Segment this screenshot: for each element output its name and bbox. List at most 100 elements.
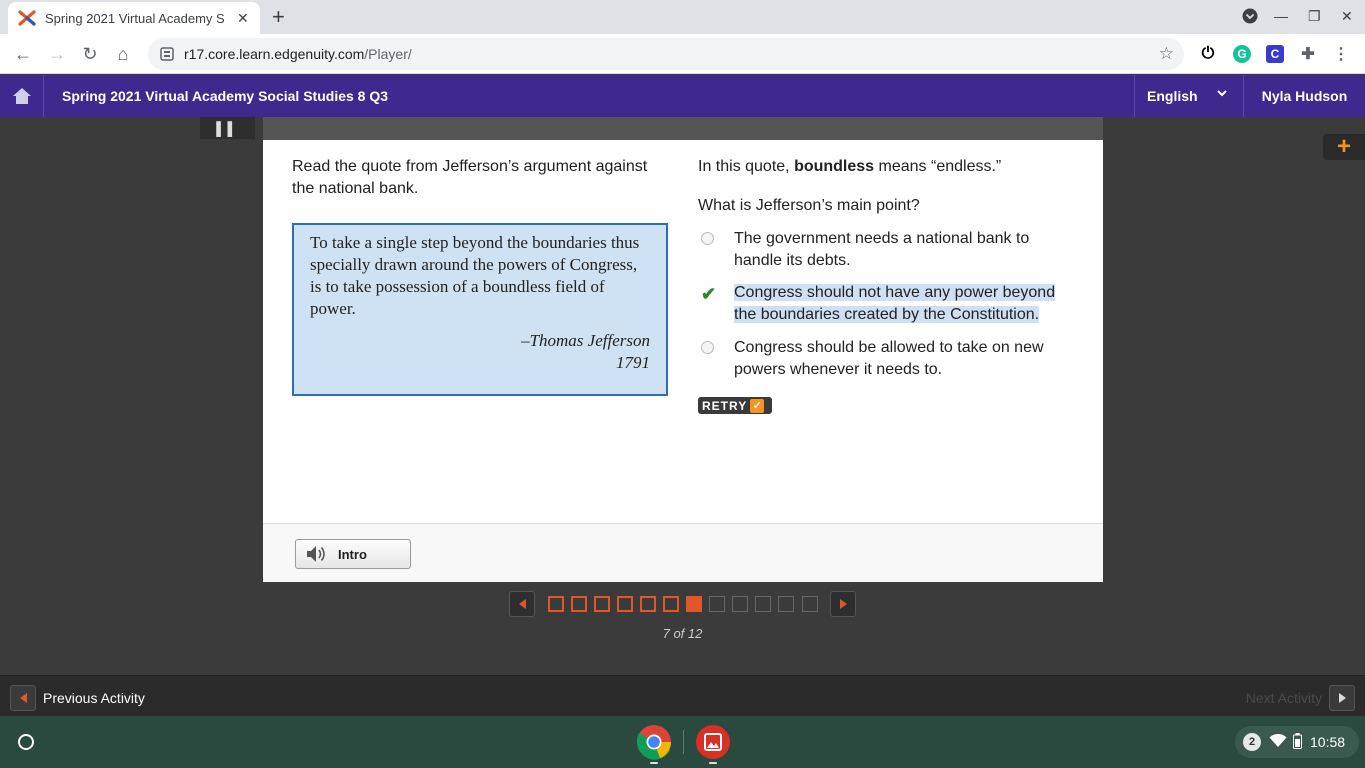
window-close-icon[interactable]: ✕ — [1341, 8, 1353, 25]
definition-term: boundless — [794, 158, 875, 175]
edgenuity-favicon-icon — [18, 9, 36, 27]
page-square[interactable] — [640, 596, 656, 612]
back-icon[interactable]: ← — [12, 43, 34, 65]
tools-plus-button[interactable]: + — [1323, 134, 1365, 160]
url-domain: r17.core.learn.edgenuity.com — [184, 46, 365, 62]
house-icon — [12, 88, 31, 104]
clock: 10:58 — [1310, 734, 1346, 750]
arrow-right-icon — [1338, 693, 1346, 703]
bookmark-star-icon[interactable]: ☆ — [1159, 44, 1174, 64]
prev-activity-arrow — [10, 685, 36, 711]
forward-icon[interactable]: → — [46, 43, 68, 65]
notification-count: 2 — [1243, 733, 1261, 751]
browser-tab-strip: Spring 2021 Virtual Academy So ✕ + — ❐ ✕ — [0, 0, 1365, 34]
option-text: Congress should not have any power beyon… — [734, 282, 1078, 326]
course-title: Spring 2021 Virtual Academy Social Studi… — [62, 88, 389, 104]
browser-tab[interactable]: Spring 2021 Virtual Academy So ✕ — [8, 2, 260, 34]
radio-button[interactable] — [701, 341, 714, 354]
restore-icon[interactable]: ❐ — [1308, 8, 1321, 25]
tab-title: Spring 2021 Virtual Academy So — [45, 10, 225, 26]
definition-note: In this quote, boundless means “endless.… — [698, 156, 1078, 178]
page-square[interactable] — [617, 596, 633, 612]
definition-prefix: In this quote, — [698, 158, 795, 175]
page-square[interactable] — [571, 596, 587, 612]
user-menu[interactable]: Nyla Hudson — [1243, 75, 1365, 117]
speaker-icon — [307, 546, 325, 562]
shelf-divider — [683, 730, 684, 754]
tab-close-icon[interactable]: ✕ — [237, 10, 249, 27]
page-square[interactable] — [732, 596, 748, 612]
definition-suffix: means “endless.” — [874, 158, 1002, 175]
page-square[interactable] — [663, 596, 679, 612]
answer-option[interactable]: The government needs a national bank to … — [698, 228, 1078, 272]
option-marker — [698, 337, 734, 381]
grammarly-extension-icon[interactable]: G — [1233, 45, 1251, 63]
next-activity-button[interactable]: Next Activity — [1246, 685, 1355, 711]
battery-icon — [1293, 732, 1302, 752]
next-question-button[interactable] — [830, 591, 856, 617]
extensions-puzzle-icon[interactable]: ✚ — [1299, 45, 1317, 63]
intro-audio-button[interactable]: Intro — [295, 539, 411, 569]
page-square[interactable] — [778, 596, 794, 612]
option-text: Congress should be allowed to take on ne… — [734, 339, 1044, 378]
page-square[interactable] — [709, 596, 725, 612]
launcher-button[interactable] — [10, 726, 42, 758]
option-marker: ✔ — [698, 282, 734, 326]
previous-activity-button[interactable]: Previous Activity — [10, 685, 145, 711]
course-header: Spring 2021 Virtual Academy Social Studi… — [0, 75, 1365, 117]
arrow-right-icon — [839, 599, 847, 609]
language-select[interactable]: English — [1134, 75, 1242, 117]
option-text: The government needs a national bank to … — [734, 230, 1030, 269]
browser-toolbar: ← → ↻ ⌂ r17.core.learn.edgenuity.com/Pla… — [0, 34, 1365, 74]
chrome-menu-icon[interactable]: ⋮ — [1332, 45, 1350, 63]
home-icon[interactable]: ⌂ — [112, 43, 134, 65]
gallery-app-icon[interactable] — [695, 724, 731, 760]
address-bar[interactable]: r17.core.learn.edgenuity.com/Player/ ☆ — [148, 38, 1184, 70]
quote-year: 1791 — [616, 353, 650, 372]
os-shelf: 2 10:58 — [0, 716, 1365, 768]
answer-option-selected[interactable]: ✔ Congress should not have any power bey… — [698, 282, 1078, 326]
wifi-icon — [1269, 733, 1287, 751]
page-square[interactable] — [548, 596, 564, 612]
quote-box: To take a single step beyond the boundar… — [292, 223, 668, 396]
option-marker — [698, 228, 734, 272]
page-square[interactable] — [594, 596, 610, 612]
chevron-down-icon — [1216, 87, 1228, 102]
prev-question-button[interactable] — [509, 591, 535, 617]
retry-label: RETRY — [702, 398, 748, 413]
question-prompt: Read the quote from Jefferson’s argument… — [292, 158, 648, 197]
new-tab-icon[interactable]: + — [272, 6, 285, 28]
arrow-left-icon — [518, 599, 526, 609]
arrow-left-icon — [19, 693, 27, 703]
next-activity-arrow — [1329, 685, 1355, 711]
option-text-highlighted: Congress should not have any power beyon… — [734, 284, 1056, 323]
page-square[interactable] — [755, 596, 771, 612]
app-running-indicator — [650, 762, 658, 764]
minimize-icon[interactable]: — — [1274, 8, 1288, 24]
retry-button[interactable]: RETRY ✓ — [698, 397, 772, 414]
reload-icon[interactable]: ↻ — [79, 43, 101, 65]
page-square[interactable] — [802, 596, 818, 612]
previous-activity-label: Previous Activity — [43, 690, 145, 706]
page-square-current[interactable] — [686, 596, 702, 612]
url-path: /Player/ — [364, 46, 412, 62]
language-label: English — [1147, 88, 1198, 104]
c-extension-icon[interactable]: C — [1266, 45, 1284, 63]
answer-option[interactable]: Congress should be allowed to take on ne… — [698, 337, 1078, 381]
chrome-app-icon[interactable] — [636, 724, 672, 760]
player-top-bar — [263, 117, 1103, 140]
next-activity-label: Next Activity — [1245, 690, 1322, 706]
radio-button[interactable] — [701, 232, 714, 245]
course-home-button[interactable] — [0, 75, 44, 117]
intro-label: Intro — [338, 546, 367, 562]
launcher-circle-icon — [18, 734, 34, 750]
site-info-icon[interactable] — [160, 47, 174, 61]
power-extension-icon[interactable]: ⏻ — [1199, 45, 1217, 63]
tab-search-icon[interactable] — [1242, 8, 1258, 27]
answer-column: In this quote, boundless means “endless.… — [698, 156, 1078, 217]
url-text: r17.core.learn.edgenuity.com/Player/ — [184, 46, 412, 62]
retry-check-icon: ✓ — [750, 398, 765, 413]
status-tray[interactable]: 2 10:58 — [1235, 726, 1359, 758]
media-control-icon[interactable]: ▌▌ — [200, 117, 255, 139]
quote-text: To take a single step beyond the boundar… — [310, 233, 640, 318]
